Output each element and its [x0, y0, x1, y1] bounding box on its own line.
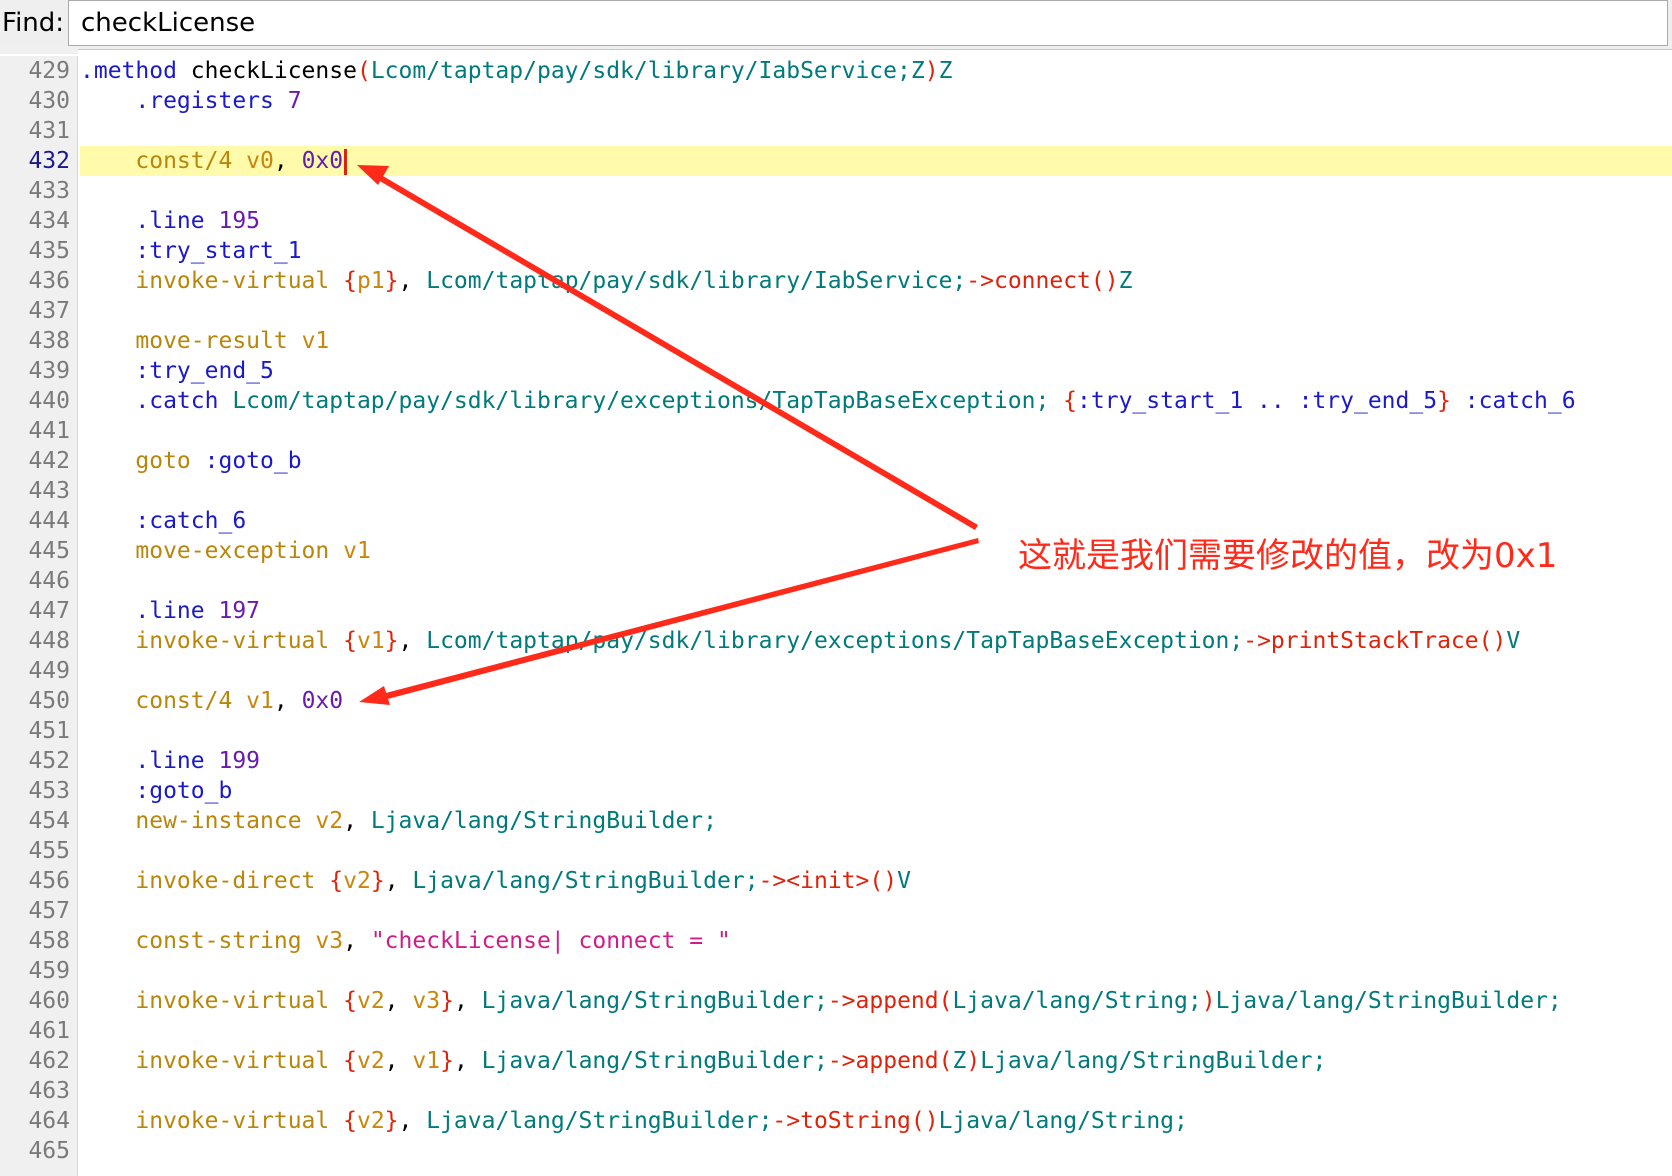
arrow-to-line-432 — [373, 172, 978, 530]
annotation-arrows — [357, 165, 979, 705]
arrow-to-line-450 — [378, 538, 979, 701]
arrow-head-line-450 — [359, 686, 390, 705]
annotation-text: 这就是我们需要修改的值，改为0x1 — [1018, 536, 1558, 576]
